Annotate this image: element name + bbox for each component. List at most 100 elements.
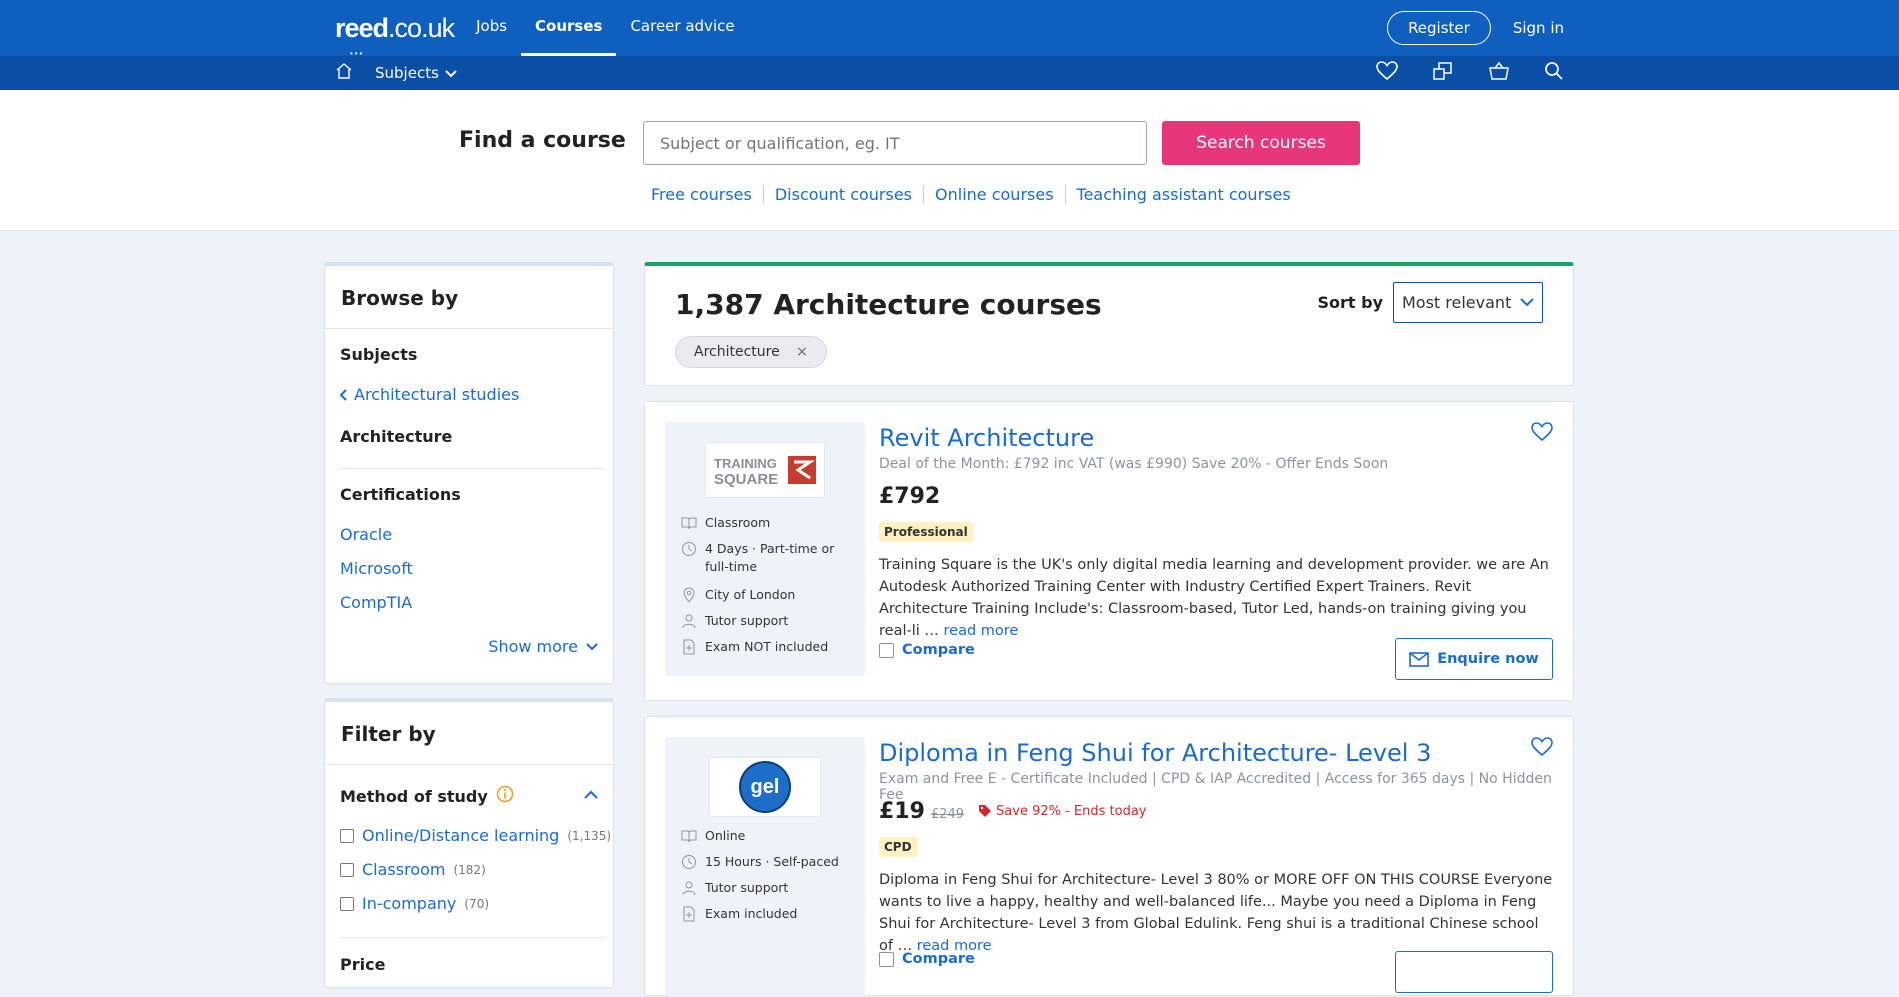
filter-online[interactable]: Online/Distance learning (1,135) [340, 826, 611, 845]
price-tag-icon [979, 805, 992, 817]
filter-in-company-label: In-company [362, 894, 457, 913]
svg-text:SQUARE: SQUARE [714, 471, 778, 488]
browse-by-title: Browse by [325, 263, 613, 329]
compare-checkbox[interactable] [879, 951, 894, 967]
nav-jobs[interactable]: Jobs [476, 0, 507, 56]
chevron-up-icon[interactable] [584, 787, 598, 803]
home-icon[interactable] [335, 62, 353, 84]
discount-tag: Save 92% - Ends today [978, 803, 1147, 819]
book-icon [681, 517, 697, 530]
sort-select[interactable]: Most relevant [1393, 282, 1543, 323]
browse-by-panel: Browse by Subjects Architectural studies… [324, 262, 614, 684]
course-title[interactable]: Diploma in Feng Shui for Architecture- L… [879, 739, 1431, 767]
course-description: Training Square is the UK's only digital… [879, 554, 1555, 642]
subjects-menu[interactable]: Subjects [375, 64, 457, 82]
filter-classroom[interactable]: Classroom (182) [340, 860, 486, 879]
certifications-heading: Certifications [340, 485, 461, 504]
save-course-heart-icon[interactable] [1531, 737, 1553, 761]
reed-logo[interactable]: reed.co.uk ••• [335, 13, 455, 58]
filter-classroom-label: Classroom [362, 860, 446, 879]
sort-label: Sort by [1317, 293, 1383, 312]
filter-classroom-count: (182) [453, 862, 486, 877]
feature-location: City of London [681, 586, 861, 604]
svg-text:gel: gel [751, 776, 780, 798]
show-more-button[interactable]: Show more [488, 637, 598, 656]
search-icon[interactable] [1544, 61, 1564, 85]
quicklink-online[interactable]: Online courses [923, 185, 1065, 204]
quicklink-free[interactable]: Free courses [640, 185, 763, 204]
feature-duration: 15 Hours · Self-paced [681, 853, 861, 871]
filter-in-company[interactable]: In-company (70) [340, 894, 489, 913]
architectural-studies-label: Architectural studies [354, 385, 520, 404]
divider [340, 468, 605, 469]
enquire-now-button[interactable]: Enquire now [1395, 638, 1553, 680]
compare-label: Compare [902, 642, 975, 658]
feature-exam: Exam included [681, 905, 861, 923]
course-description: Diploma in Feng Shui for Architecture- L… [879, 869, 1555, 957]
nav-courses[interactable]: Courses [521, 0, 617, 56]
top-navbar: reed.co.uk ••• Jobs Courses Career advice R… [0, 0, 1899, 58]
chevron-left-icon [340, 388, 347, 401]
secondary-action-button[interactable] [1395, 951, 1553, 993]
compare-checkbox[interactable] [879, 642, 894, 658]
chevron-down-icon [1520, 298, 1534, 307]
feature-duration-label: 15 Hours · Self-paced [705, 854, 839, 869]
filter-in-company-checkbox[interactable] [340, 896, 354, 911]
results-header: 1,387 Architecture courses Sort by Most … [644, 262, 1574, 386]
find-course-label: Find a course [459, 128, 626, 153]
signin-link[interactable]: Sign in [1513, 19, 1564, 37]
quicklink-teaching-assistant[interactable]: Teaching assistant courses [1064, 185, 1302, 204]
course-title[interactable]: Revit Architecture [879, 424, 1094, 452]
feature-tutor: Tutor support [681, 612, 861, 630]
cert-microsoft[interactable]: Microsoft [340, 559, 413, 578]
chevron-down-icon [586, 642, 598, 650]
provider-logo[interactable]: TRAINING SQUARE [705, 442, 825, 498]
compare-icon[interactable] [1432, 61, 1454, 85]
subjects-label: Subjects [375, 64, 439, 82]
old-price: £249 [930, 807, 965, 822]
provider-logo[interactable]: gel [709, 757, 821, 817]
divider [340, 937, 605, 938]
quicklink-discount[interactable]: Discount courses [762, 185, 923, 204]
feature-tutor-label: Tutor support [705, 880, 789, 895]
current-subject: Architecture [340, 427, 453, 446]
course-subtitle: Deal of the Month: £792 inc VAT (was £99… [879, 456, 1389, 472]
course-price: £792 [879, 484, 941, 509]
save-text: Save 92% - Ends today [996, 803, 1147, 819]
info-icon[interactable] [496, 785, 514, 807]
feature-location-label: City of London [705, 587, 796, 602]
save-course-heart-icon[interactable] [1531, 422, 1553, 446]
course-meta-column: TRAINING SQUARE Classroom 4 Days · Part-… [665, 422, 865, 676]
clock-icon [682, 542, 696, 556]
enquire-now-label: Enquire now [1437, 651, 1539, 667]
person-icon [682, 614, 696, 629]
close-icon[interactable]: × [796, 344, 808, 360]
basket-icon[interactable] [1488, 61, 1510, 85]
filter-online-checkbox[interactable] [340, 828, 354, 843]
heart-icon[interactable] [1376, 61, 1398, 85]
feature-method-label: Online [705, 828, 746, 843]
active-filter-chip[interactable]: Architecture × [675, 336, 827, 368]
show-more-label: Show more [488, 637, 578, 656]
cert-comptia[interactable]: CompTIA [340, 593, 412, 612]
filter-online-label: Online/Distance learning [362, 826, 560, 845]
filter-classroom-checkbox[interactable] [340, 862, 354, 877]
sort-control: Sort by Most relevant [1317, 282, 1543, 323]
search-courses-button[interactable]: Search courses [1162, 121, 1360, 165]
cert-oracle[interactable]: Oracle [340, 525, 392, 544]
chevron-down-icon [445, 64, 457, 82]
course-search-input[interactable] [643, 121, 1147, 165]
method-of-study-heading[interactable]: Method of study [340, 785, 514, 807]
feature-exam-label: Exam included [705, 906, 798, 921]
nav-career-advice[interactable]: Career advice [630, 0, 734, 56]
method-of-study-label: Method of study [340, 786, 488, 806]
clock-icon [682, 855, 696, 869]
filter-online-count: (1,135) [567, 828, 612, 843]
feature-tutor-label: Tutor support [705, 613, 789, 628]
register-button[interactable]: Register [1387, 11, 1491, 45]
subjects-heading: Subjects [340, 345, 418, 364]
architectural-studies-link[interactable]: Architectural studies [340, 385, 519, 404]
read-more-link[interactable]: read more [944, 623, 1019, 639]
feature-method: Classroom [681, 514, 861, 532]
compare-toggle[interactable]: Compare [879, 642, 975, 658]
